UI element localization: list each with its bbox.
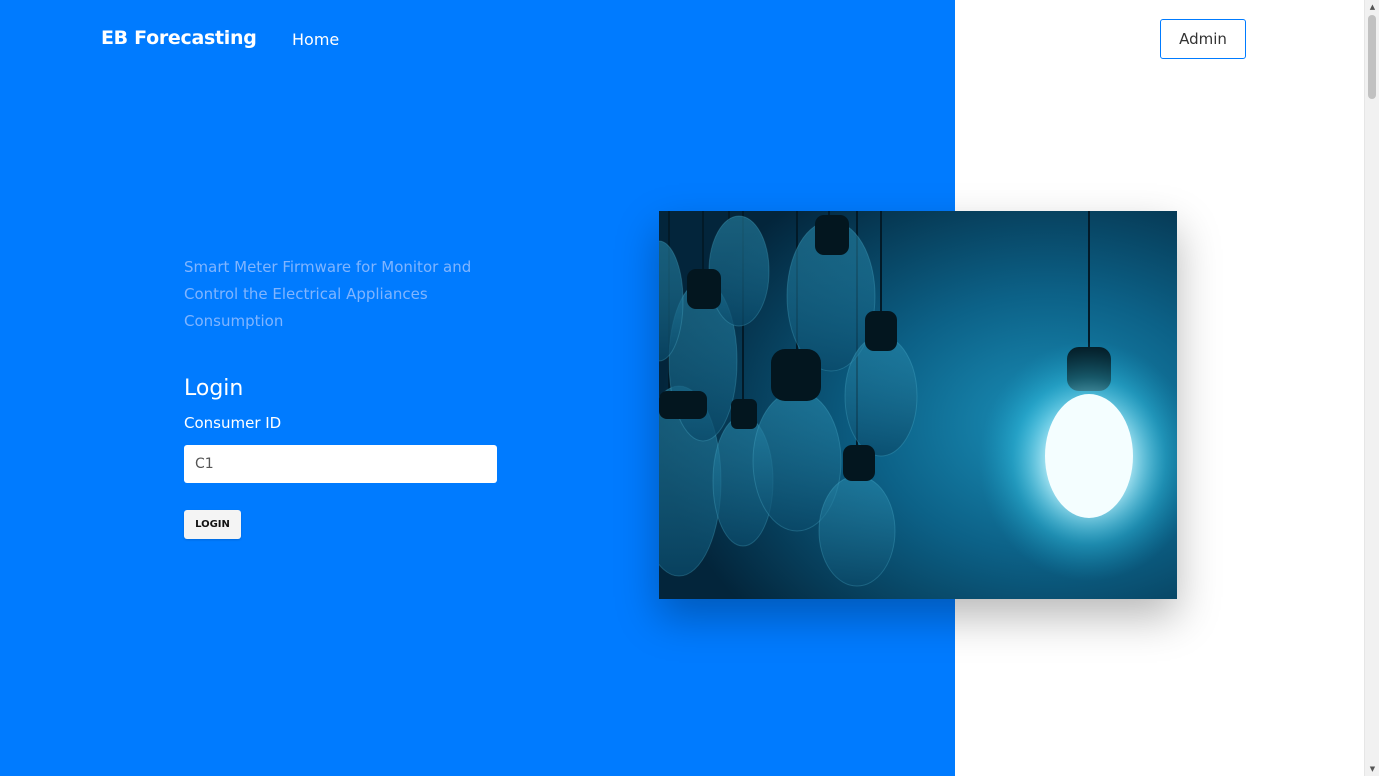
brand-logo[interactable]: EB Forecasting bbox=[101, 27, 257, 49]
page-scrollbar[interactable]: ▲ ▼ bbox=[1364, 0, 1379, 776]
scroll-down-icon[interactable]: ▼ bbox=[1365, 762, 1379, 776]
scroll-thumb[interactable] bbox=[1368, 15, 1376, 99]
nav-link-home[interactable]: Home bbox=[292, 30, 339, 49]
consumer-id-input[interactable] bbox=[184, 445, 497, 483]
login-button[interactable]: LOGIN bbox=[184, 510, 241, 539]
scroll-up-icon[interactable]: ▲ bbox=[1365, 0, 1379, 14]
login-title: Login bbox=[184, 376, 244, 401]
admin-button[interactable]: Admin bbox=[1160, 19, 1246, 59]
light-bulbs-image bbox=[659, 211, 1177, 599]
hero-tagline: Smart Meter Firmware for Monitor and Con… bbox=[184, 258, 472, 330]
consumer-id-label: Consumer ID bbox=[184, 414, 282, 432]
